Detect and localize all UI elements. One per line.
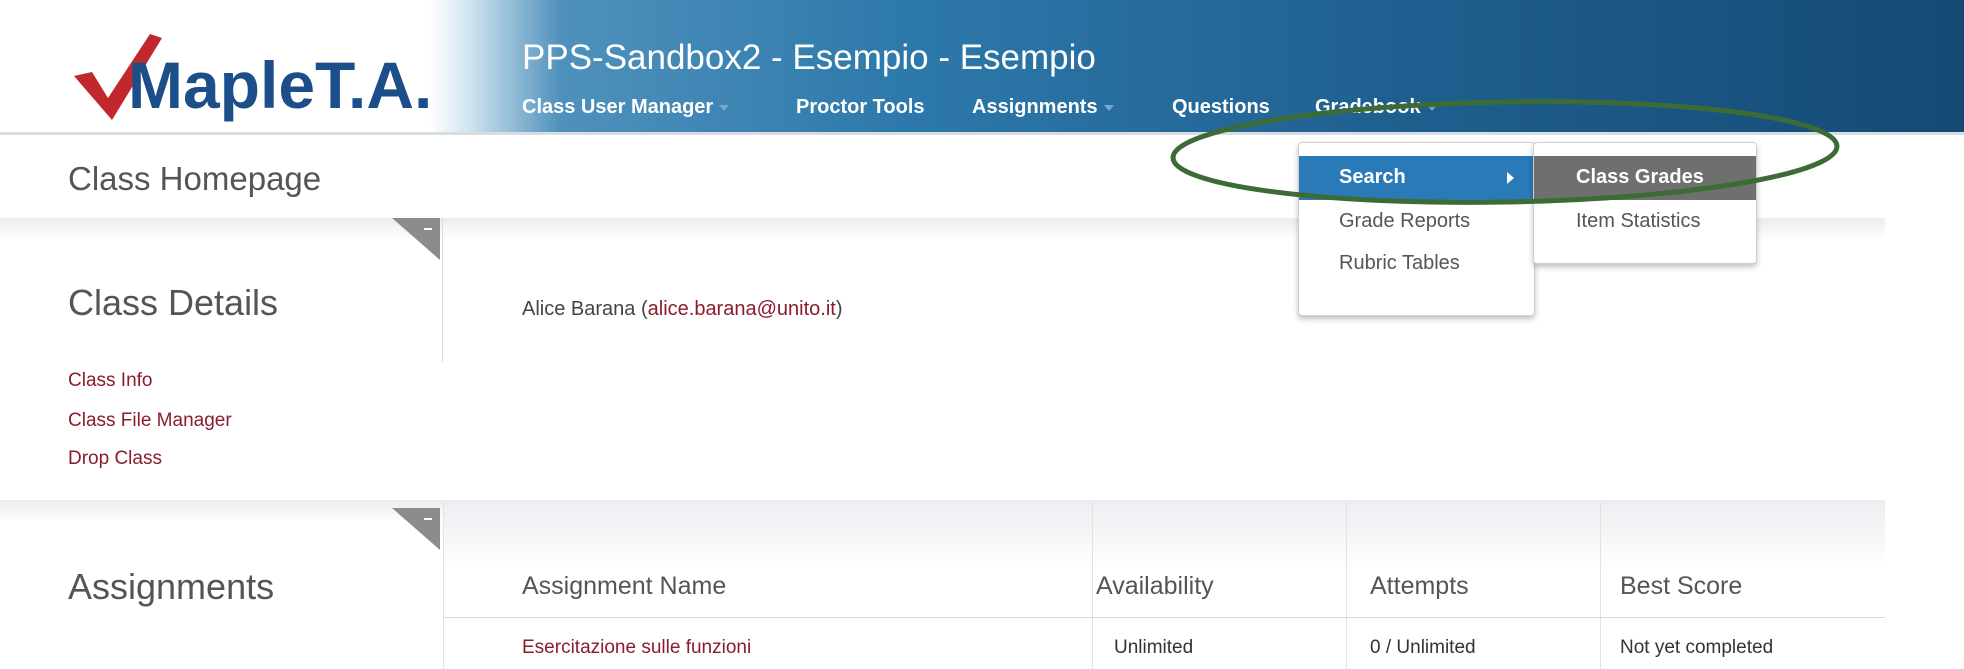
menu-item-item-statistics[interactable]: Item Statistics [1534, 200, 1756, 244]
gradebook-dropdown-menu: Search Grade Reports Rubric Tables [1298, 142, 1535, 316]
nav-assignments[interactable]: Assignments [972, 96, 1114, 119]
column-header-attempts[interactable]: Attempts [1370, 572, 1469, 601]
mapleta-logo[interactable]: MapleT.A. [70, 24, 430, 124]
column-separator [1600, 502, 1601, 669]
assignment-name-link[interactable]: Esercitazione sulle funzioni [522, 637, 751, 659]
menu-item-grade-reports[interactable]: Grade Reports [1299, 200, 1534, 244]
column-header-assignment-name[interactable]: Assignment Name [522, 572, 726, 601]
assignment-best-score: Not yet completed [1620, 637, 1774, 658]
menu-item-class-grades[interactable]: Class Grades [1534, 156, 1756, 200]
page-title: Class Homepage [68, 160, 322, 197]
column-separator [443, 502, 444, 669]
header-divider [0, 132, 1964, 135]
section-divider [442, 218, 443, 362]
class-file-manager-link[interactable]: Class File Manager [68, 410, 232, 432]
user-email-link[interactable]: alice.barana@unito.it [648, 298, 836, 320]
chevron-down-icon [1103, 104, 1114, 111]
nav-class-user-manager[interactable]: Class User Manager [522, 96, 730, 119]
drop-class-link[interactable]: Drop Class [68, 448, 162, 470]
column-separator [1346, 502, 1347, 669]
assignments-title: Assignments [68, 566, 275, 607]
nav-questions[interactable]: Questions [1172, 96, 1270, 119]
collapse-icon[interactable] [392, 508, 440, 550]
class-title: PPS-Sandbox2 - Esempio - Esempio [522, 38, 1096, 77]
menu-item-rubric-tables[interactable]: Rubric Tables [1299, 242, 1534, 286]
column-header-best-score[interactable]: Best Score [1620, 572, 1742, 601]
nav-proctor-tools[interactable]: Proctor Tools [796, 96, 925, 119]
chevron-down-icon [1426, 104, 1437, 111]
assignment-attempts: 0 / Unlimited [1370, 637, 1476, 658]
class-details-title: Class Details [68, 282, 279, 323]
class-info-link[interactable]: Class Info [68, 370, 152, 392]
assignment-availability: Unlimited [1114, 637, 1194, 658]
logo-text: MapleT.A. [128, 48, 430, 122]
chevron-right-icon [1507, 172, 1514, 184]
user-info: Alice Barana (alice.barana@unito.it) [522, 298, 843, 320]
nav-gradebook[interactable]: Gradebook [1315, 96, 1437, 119]
column-header-availability[interactable]: Availability [1096, 572, 1214, 601]
column-separator [1092, 502, 1093, 669]
table-header-rule [443, 617, 1885, 618]
search-submenu: Class Grades Item Statistics [1533, 142, 1757, 264]
chevron-down-icon [719, 104, 730, 111]
menu-item-search[interactable]: Search [1299, 156, 1534, 200]
collapse-icon[interactable] [392, 218, 440, 260]
user-name: Alice Barana [522, 298, 636, 320]
